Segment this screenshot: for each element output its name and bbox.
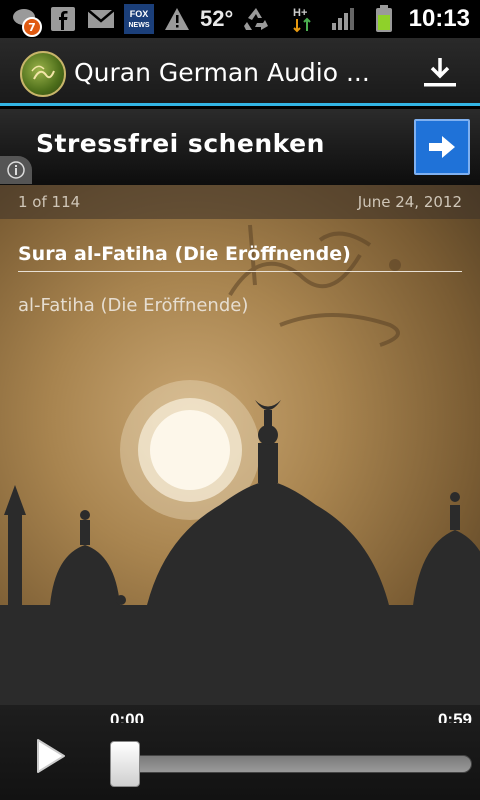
download-icon[interactable] bbox=[422, 54, 458, 90]
svg-text:H+: H+ bbox=[293, 7, 307, 19]
notification-badge: 7 bbox=[22, 17, 42, 37]
temperature: 52° bbox=[200, 6, 234, 31]
ad-banner[interactable]: Stressfrei schenken bbox=[0, 109, 480, 185]
item-meta-row: 1 of 114 June 24, 2012 bbox=[0, 185, 480, 219]
arrow-right-icon[interactable] bbox=[414, 119, 470, 175]
network-hplus-icon: H+ bbox=[289, 5, 319, 33]
action-bar: Quran German Audio ... bbox=[0, 38, 480, 106]
clock: 10:13 bbox=[408, 5, 470, 32]
item-position: 1 of 114 bbox=[18, 193, 81, 211]
title-divider bbox=[18, 271, 462, 272]
time-current: 0:00 bbox=[110, 710, 145, 723]
ad-text[interactable]: Stressfrei schenken bbox=[36, 129, 325, 158]
status-bar: 7 FOX NEWS 52° H+ 10:13 bbox=[0, 0, 480, 38]
svg-text:NEWS: NEWS bbox=[129, 22, 150, 29]
seek-thumb[interactable] bbox=[110, 741, 140, 787]
sura-subtitle: al-Fatiha (Die Eröffnende) bbox=[18, 295, 249, 316]
signal-icon bbox=[329, 5, 359, 33]
sura-title: Sura al-Fatiha (Die Eröffnende) bbox=[18, 243, 351, 265]
seek-bar[interactable] bbox=[112, 755, 472, 773]
mail-icon bbox=[86, 5, 116, 33]
svg-text:FOX: FOX bbox=[130, 9, 149, 19]
play-icon[interactable] bbox=[34, 737, 68, 775]
fox-news-icon: FOX NEWS bbox=[124, 4, 154, 34]
item-date: June 24, 2012 bbox=[357, 193, 462, 211]
facebook-icon bbox=[48, 5, 78, 33]
info-icon[interactable] bbox=[0, 156, 32, 184]
app-title: Quran German Audio ... bbox=[74, 58, 370, 87]
time-total: 0:59 bbox=[437, 710, 472, 723]
audio-player: 0:00 0:59 bbox=[0, 705, 480, 800]
bubble-notification-icon: 7 bbox=[10, 5, 42, 37]
warning-icon bbox=[162, 5, 192, 33]
main-content: 1 of 114 June 24, 2012 Sura al-Fatiha (D… bbox=[0, 185, 480, 705]
quran-logo-icon[interactable] bbox=[20, 51, 66, 97]
recycle-icon bbox=[241, 5, 271, 33]
battery-icon bbox=[369, 5, 399, 33]
